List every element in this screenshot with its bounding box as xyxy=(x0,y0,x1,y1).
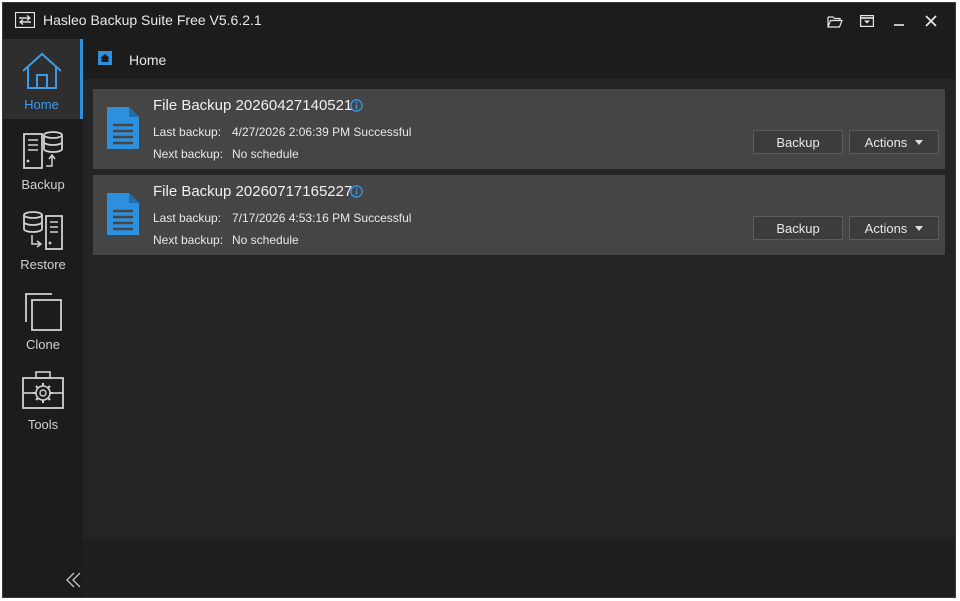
status-area xyxy=(83,539,955,597)
document-icon xyxy=(105,105,141,151)
actions-button[interactable]: Actions xyxy=(849,130,939,154)
breadcrumb-current: Home xyxy=(129,52,167,68)
sidebar-item-label: Home xyxy=(24,97,59,112)
backup-button-label: Backup xyxy=(776,134,820,150)
folder-open-icon xyxy=(827,15,843,28)
sidebar-item-clone[interactable]: Clone xyxy=(3,279,83,359)
last-backup-label: Last backup: xyxy=(153,211,222,225)
collapse-sidebar-button[interactable] xyxy=(65,571,83,589)
menu-button[interactable] xyxy=(853,9,881,33)
info-icon[interactable] xyxy=(350,185,363,198)
actions-button-label: Actions xyxy=(864,220,908,236)
next-backup-label: Next backup: xyxy=(153,147,224,161)
clone-icon xyxy=(21,289,65,333)
double-chevron-left-icon xyxy=(65,572,83,593)
sidebar-item-home[interactable]: Home xyxy=(3,39,83,119)
document-icon xyxy=(105,191,141,237)
sidebar-item-label: Clone xyxy=(26,337,60,352)
sidebar-item-backup[interactable]: Backup xyxy=(3,119,83,199)
minimize-icon xyxy=(893,15,905,27)
task-title: File Backup 20260427140521 xyxy=(153,97,353,114)
open-folder-button[interactable] xyxy=(821,9,849,33)
backup-button-label: Backup xyxy=(776,220,820,236)
sidebar-item-label: Backup xyxy=(21,177,65,192)
caret-down-icon xyxy=(915,225,924,231)
actions-button[interactable]: Actions xyxy=(849,216,939,240)
task-card: File Backup 20260427140521 Last backup: 4… xyxy=(93,89,945,169)
close-icon xyxy=(925,15,937,27)
app-logo-icon xyxy=(14,11,36,29)
last-backup-row: Last backup: 4/27/2026 2:06:39 PM Success… xyxy=(153,125,411,139)
window-controls xyxy=(821,9,945,33)
breadcrumb: Home xyxy=(83,39,955,79)
next-backup-row: Next backup: No schedule xyxy=(153,233,299,247)
backup-icon xyxy=(21,129,65,173)
close-button[interactable] xyxy=(917,9,945,33)
main-panel: Home File Backup 20260427140521 Last bac… xyxy=(83,39,955,597)
sidebar-item-restore[interactable]: Restore xyxy=(3,199,83,279)
title-bar: Hasleo Backup Suite Free V5.6.2.1 xyxy=(3,3,955,39)
backup-button[interactable]: Backup xyxy=(753,130,843,154)
next-backup-label: Next backup: xyxy=(153,233,224,247)
sidebar-item-label: Restore xyxy=(20,257,66,272)
last-backup-value: 4/27/2026 2:06:39 PM Successful xyxy=(232,125,412,139)
backup-button[interactable]: Backup xyxy=(753,216,843,240)
caret-down-icon xyxy=(915,139,924,145)
last-backup-value: 7/17/2026 4:53:16 PM Successful xyxy=(232,211,412,225)
task-title: File Backup 20260717165227 xyxy=(153,183,353,200)
home-icon xyxy=(20,49,64,93)
sidebar: Home Backup Restore Clone Tools xyxy=(3,39,83,597)
last-backup-label: Last backup: xyxy=(153,125,222,139)
dropdown-menu-icon xyxy=(860,15,874,27)
next-backup-row: Next backup: No schedule xyxy=(153,147,299,161)
actions-button-label: Actions xyxy=(864,134,908,150)
sidebar-item-label: Tools xyxy=(27,417,59,432)
minimize-button[interactable] xyxy=(885,9,913,33)
info-icon[interactable] xyxy=(350,99,363,112)
home-icon xyxy=(98,51,112,65)
task-card: File Backup 20260717165227 Last backup: 7… xyxy=(93,175,945,255)
task-list: File Backup 20260427140521 Last backup: 4… xyxy=(83,79,955,539)
app-window: Hasleo Backup Suite Free V5.6.2.1 Home B… xyxy=(2,2,956,598)
next-backup-value: No schedule xyxy=(232,147,299,161)
restore-icon xyxy=(21,209,65,253)
tools-icon xyxy=(21,369,65,413)
sidebar-item-tools[interactable]: Tools xyxy=(3,359,83,439)
window-title: Hasleo Backup Suite Free V5.6.2.1 xyxy=(43,12,262,28)
next-backup-value: No schedule xyxy=(232,233,299,247)
last-backup-row: Last backup: 7/17/2026 4:53:16 PM Success… xyxy=(153,211,411,225)
